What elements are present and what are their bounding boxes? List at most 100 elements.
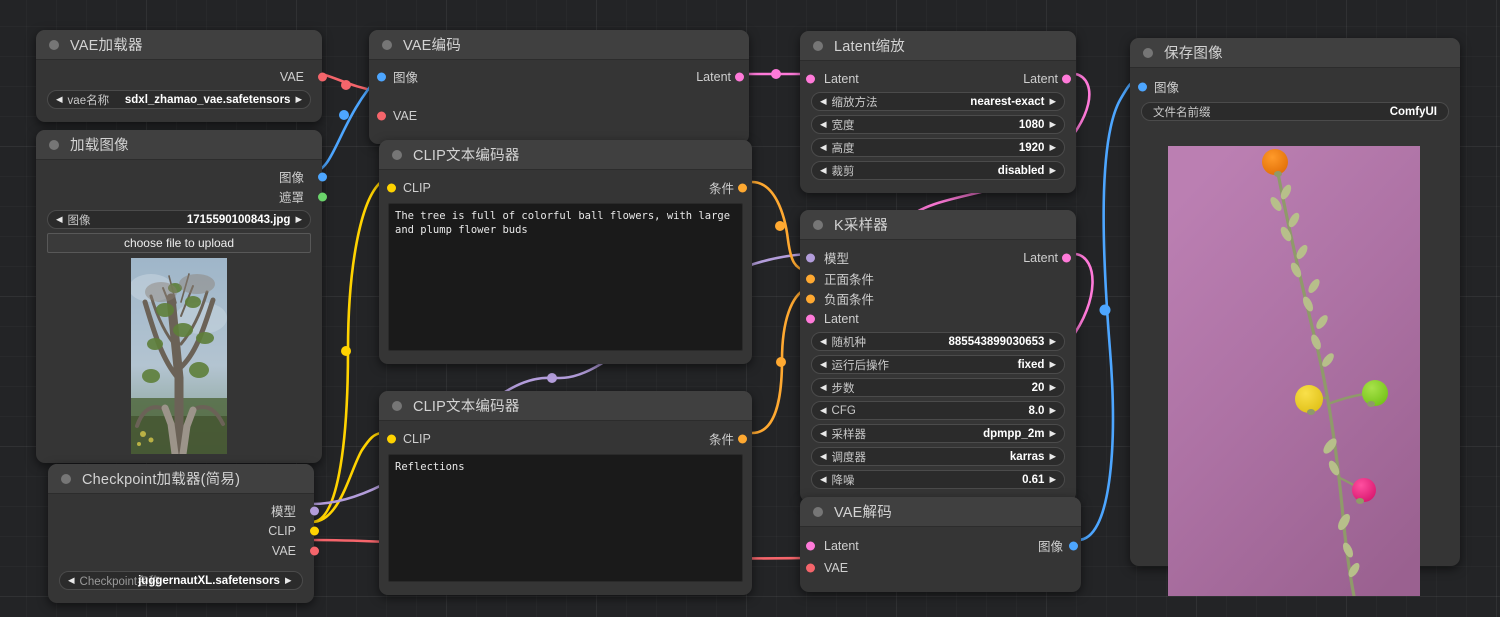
node-save-image[interactable]: 保存图像 图像 文件名前缀 ComfyUI bbox=[1130, 38, 1460, 596]
input-slot-vae[interactable]: VAE bbox=[800, 558, 1081, 577]
input-slot-vae[interactable]: VAE bbox=[369, 106, 749, 125]
input-slot-clip[interactable]: CLIP bbox=[379, 178, 431, 197]
chevron-right-icon[interactable]: ▶ bbox=[1049, 120, 1056, 129]
port-latent-output[interactable] bbox=[1062, 74, 1071, 83]
workflow-canvas[interactable]: VAE加载器 VAE ◀ vae名称 sdxl_zhamao_vae.safet… bbox=[0, 0, 1500, 617]
port-model-output[interactable] bbox=[309, 506, 319, 515]
port-latent-input[interactable] bbox=[806, 74, 815, 83]
chevron-left-icon[interactable]: ◀ bbox=[820, 143, 827, 152]
port-vae-input[interactable] bbox=[377, 111, 386, 120]
output-slot-latent[interactable]: Latent bbox=[1023, 248, 1076, 267]
output-slot-clip[interactable]: CLIP bbox=[48, 521, 319, 540]
output-slot-image[interactable]: 图像 bbox=[1038, 536, 1081, 555]
port-clip-output[interactable] bbox=[309, 526, 319, 535]
node-vae-decode[interactable]: VAE解码 Latent 图像 VAE bbox=[800, 497, 1081, 592]
widget-sampler-name[interactable]: ◀ 采样器 dpmpp_2m ▶ bbox=[811, 424, 1065, 443]
port-vae-output[interactable] bbox=[309, 546, 319, 555]
node-vae-loader[interactable]: VAE加载器 VAE ◀ vae名称 sdxl_zhamao_vae.safet… bbox=[36, 30, 327, 122]
node-title-bar[interactable]: CLIP文本编码器 bbox=[379, 391, 752, 421]
node-clip-text-encode-positive[interactable]: CLIP文本编码器 CLIP 条件 The tree is full of co… bbox=[379, 140, 752, 364]
chevron-left-icon[interactable]: ◀ bbox=[56, 215, 63, 224]
input-slot-image[interactable]: 图像 bbox=[369, 67, 418, 86]
port-vae-output[interactable] bbox=[317, 72, 327, 81]
output-slot-vae[interactable]: VAE bbox=[48, 541, 319, 560]
node-title-bar[interactable]: VAE解码 bbox=[800, 497, 1081, 527]
chevron-right-icon[interactable]: ▶ bbox=[295, 215, 302, 224]
chevron-right-icon[interactable]: ▶ bbox=[1049, 452, 1056, 461]
input-slot-latent[interactable]: Latent bbox=[800, 309, 1076, 328]
widget-crop[interactable]: ◀ 裁剪 disabled ▶ bbox=[811, 161, 1065, 180]
chevron-right-icon[interactable]: ▶ bbox=[1049, 97, 1056, 106]
chevron-left-icon[interactable]: ◀ bbox=[56, 95, 63, 104]
widget-height[interactable]: ◀ 高度 1920 ▶ bbox=[811, 138, 1065, 157]
node-load-image[interactable]: 加载图像 图像 遮罩 ◀ 图像 1715590100843.jpg ▶ choo… bbox=[36, 130, 327, 463]
output-slot-model[interactable]: 模型 bbox=[48, 501, 319, 520]
output-slot-vae[interactable]: VAE bbox=[36, 67, 327, 86]
chevron-right-icon[interactable]: ▶ bbox=[1049, 383, 1056, 392]
widget-cfg[interactable]: ◀ CFG 8.0 ▶ bbox=[811, 401, 1065, 420]
chevron-right-icon[interactable]: ▶ bbox=[1049, 475, 1056, 484]
widget-image-file[interactable]: ◀ 图像 1715590100843.jpg ▶ bbox=[47, 210, 311, 229]
chevron-left-icon[interactable]: ◀ bbox=[820, 97, 827, 106]
widget-vae-name[interactable]: ◀ vae名称 sdxl_zhamao_vae.safetensors ▶ bbox=[47, 90, 311, 109]
port-positive-input[interactable] bbox=[806, 274, 815, 283]
widget-control-after-generate[interactable]: ◀ 运行后操作 fixed ▶ bbox=[811, 355, 1065, 374]
node-title-bar[interactable]: 加载图像 bbox=[36, 130, 322, 160]
chevron-left-icon[interactable]: ◀ bbox=[820, 383, 827, 392]
port-clip-input[interactable] bbox=[387, 434, 396, 443]
node-latent-upscale[interactable]: Latent缩放 Latent Latent ◀ 缩放方法 nearest-ex… bbox=[800, 31, 1076, 193]
node-title-bar[interactable]: K采样器 bbox=[800, 210, 1076, 240]
chevron-left-icon[interactable]: ◀ bbox=[820, 120, 827, 129]
port-mask-output[interactable] bbox=[317, 192, 327, 201]
port-model-input[interactable] bbox=[806, 253, 815, 262]
chevron-right-icon[interactable]: ▶ bbox=[1049, 166, 1056, 175]
port-image-input[interactable] bbox=[377, 72, 386, 81]
chevron-left-icon[interactable]: ◀ bbox=[820, 337, 827, 346]
widget-seed[interactable]: ◀ 随机种 885543899030653 ▶ bbox=[811, 332, 1065, 351]
port-clip-input[interactable] bbox=[387, 183, 396, 192]
chevron-right-icon[interactable]: ▶ bbox=[1049, 429, 1056, 438]
input-slot-latent[interactable]: Latent bbox=[800, 536, 859, 555]
node-ksampler[interactable]: K采样器 模型 Latent 正面条件 负面条件 Latent ◀ 随机种 88… bbox=[800, 210, 1076, 502]
port-image-output[interactable] bbox=[1069, 541, 1078, 550]
widget-filename-prefix[interactable]: 文件名前缀 ComfyUI bbox=[1141, 102, 1449, 121]
output-slot-latent[interactable]: Latent bbox=[696, 67, 749, 86]
node-clip-text-encode-negative[interactable]: CLIP文本编码器 CLIP 条件 Reflections bbox=[379, 391, 752, 595]
prompt-textarea[interactable]: Reflections bbox=[388, 454, 743, 582]
node-title-bar[interactable]: 保存图像 bbox=[1130, 38, 1460, 68]
node-vae-encode[interactable]: VAE编码 图像 Latent VAE bbox=[369, 30, 749, 144]
node-checkpoint-loader[interactable]: Checkpoint加载器(简易) 模型 CLIP VAE ◀ Checkpoi… bbox=[48, 464, 319, 603]
input-slot-model[interactable]: 模型 bbox=[800, 248, 849, 267]
node-title-bar[interactable]: VAE加载器 bbox=[36, 30, 322, 60]
input-slot-clip[interactable]: CLIP bbox=[379, 429, 431, 448]
port-negative-input[interactable] bbox=[806, 294, 815, 303]
chevron-right-icon[interactable]: ▶ bbox=[1049, 143, 1056, 152]
output-slot-conditioning[interactable]: 条件 bbox=[709, 178, 752, 197]
prompt-textarea[interactable]: The tree is full of colorful ball flower… bbox=[388, 203, 743, 351]
input-slot-latent[interactable]: Latent bbox=[800, 69, 859, 88]
input-slot-positive[interactable]: 正面条件 bbox=[800, 269, 1076, 288]
port-vae-input[interactable] bbox=[806, 563, 815, 572]
chevron-left-icon[interactable]: ◀ bbox=[820, 406, 827, 415]
chevron-right-icon[interactable]: ▶ bbox=[285, 576, 292, 585]
output-slot-mask[interactable]: 遮罩 bbox=[36, 187, 327, 206]
widget-scheduler[interactable]: ◀ 调度器 karras ▶ bbox=[811, 447, 1065, 466]
port-conditioning-output[interactable] bbox=[738, 434, 747, 443]
chevron-left-icon[interactable]: ◀ bbox=[820, 360, 827, 369]
chevron-left-icon[interactable]: ◀ bbox=[820, 475, 827, 484]
node-title-bar[interactable]: VAE编码 bbox=[369, 30, 749, 60]
widget-checkpoint-name[interactable]: ◀ Checkpoint名称 juggernautXL.safetensors … bbox=[59, 571, 303, 590]
chevron-right-icon[interactable]: ▶ bbox=[1049, 406, 1056, 415]
node-title-bar[interactable]: Checkpoint加载器(简易) bbox=[48, 464, 314, 494]
port-conditioning-output[interactable] bbox=[738, 183, 747, 192]
port-image-output[interactable] bbox=[317, 172, 327, 181]
chevron-right-icon[interactable]: ▶ bbox=[295, 95, 302, 104]
port-latent-input[interactable] bbox=[806, 314, 815, 323]
output-slot-conditioning[interactable]: 条件 bbox=[709, 429, 752, 448]
chevron-right-icon[interactable]: ▶ bbox=[1049, 337, 1056, 346]
widget-denoise[interactable]: ◀ 降噪 0.61 ▶ bbox=[811, 470, 1065, 489]
output-slot-image[interactable]: 图像 bbox=[36, 167, 327, 186]
chevron-left-icon[interactable]: ◀ bbox=[68, 576, 75, 585]
input-slot-negative[interactable]: 负面条件 bbox=[800, 289, 1076, 308]
chevron-left-icon[interactable]: ◀ bbox=[820, 429, 827, 438]
